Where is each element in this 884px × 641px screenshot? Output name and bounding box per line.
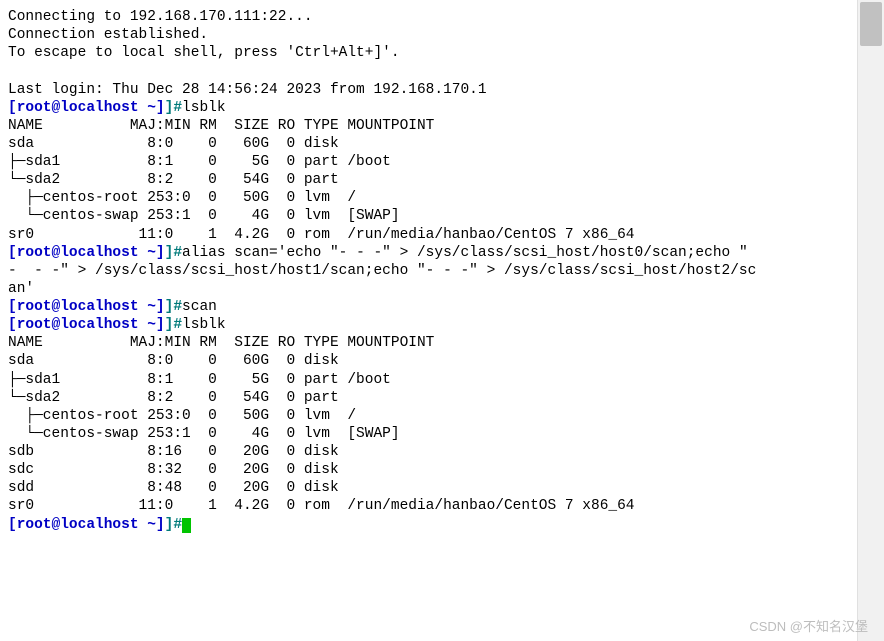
lsblk1-row: sr0 11:0 1 4.2G 0 rom /run/media/hanbao/…	[8, 227, 635, 243]
lsblk1-row: sda 8:0 0 60G 0 disk	[8, 136, 347, 152]
cmd-alias-l1: alias scan='echo "- - -" > /sys/class/sc…	[182, 245, 748, 261]
lsblk2-row: sr0 11:0 1 4.2G 0 rom /run/media/hanbao/…	[8, 498, 635, 514]
scrollbar-track[interactable]: ︿	[857, 0, 884, 641]
scrollbar-thumb[interactable]	[860, 2, 882, 46]
prompt-open: [	[8, 245, 17, 261]
lsblk1-row: ├─sda1 8:1 0 5G 0 part /boot	[8, 154, 391, 170]
prompt-user: root@localhost	[17, 245, 139, 261]
lsblk2-row: ├─sda1 8:1 0 5G 0 part /boot	[8, 372, 391, 388]
lsblk2-row: sdb 8:16 0 20G 0 disk	[8, 444, 347, 460]
prompt-user: root@localhost	[17, 317, 139, 333]
prompt-path: ~]	[139, 100, 165, 116]
cmd-scan: scan	[182, 299, 217, 315]
lsblk2-row: ├─centos-root 253:0 0 50G 0 lvm /	[8, 408, 356, 424]
prompt-open: [	[8, 299, 17, 315]
prompt-path: ~]	[139, 517, 165, 533]
lsblk1-row: └─centos-swap 253:1 0 4G 0 lvm [SWAP]	[8, 208, 400, 224]
prompt-path: ~]	[139, 317, 165, 333]
prompt-close: ]#	[165, 517, 182, 533]
prompt-close: ]#	[165, 100, 182, 116]
lsblk2-row: sdc 8:32 0 20G 0 disk	[8, 462, 347, 478]
lsblk2-row: sda 8:0 0 60G 0 disk	[8, 353, 347, 369]
lsblk2-row: └─centos-swap 253:1 0 4G 0 lvm [SWAP]	[8, 426, 400, 442]
cmd-lsblk-1: lsblk	[182, 100, 226, 116]
lsblk-header-1: NAME MAJ:MIN RM SIZE RO TYPE MOUNTPOINT	[8, 118, 434, 134]
terminal-output[interactable]: Connecting to 192.168.170.111:22... Conn…	[0, 0, 857, 641]
lsblk2-row: sdd 8:48 0 20G 0 disk	[8, 480, 347, 496]
lsblk1-row: └─sda2 8:2 0 54G 0 part	[8, 172, 347, 188]
lsblk2-row: └─sda2 8:2 0 54G 0 part	[8, 390, 347, 406]
prompt-path: ~]	[139, 299, 165, 315]
prompt-open: [	[8, 517, 17, 533]
lsblk-header-2: NAME MAJ:MIN RM SIZE RO TYPE MOUNTPOINT	[8, 335, 434, 351]
prompt-close: ]#	[165, 245, 182, 261]
prompt-user: root@localhost	[17, 299, 139, 315]
last-login: Last login: Thu Dec 28 14:56:24 2023 fro…	[8, 82, 487, 98]
cursor-icon	[182, 518, 191, 533]
prompt-user: root@localhost	[17, 100, 139, 116]
lsblk1-row: ├─centos-root 253:0 0 50G 0 lvm /	[8, 190, 356, 206]
established-line: Connection established.	[8, 27, 208, 43]
prompt-open: [	[8, 317, 17, 333]
prompt-close: ]#	[165, 317, 182, 333]
prompt-close: ]#	[165, 299, 182, 315]
escape-hint: To escape to local shell, press 'Ctrl+Al…	[8, 45, 400, 61]
prompt-path: ~]	[139, 245, 165, 261]
cmd-alias-l2: - - -" > /sys/class/scsi_host/host1/scan…	[8, 263, 756, 279]
cmd-alias-l3: an'	[8, 281, 34, 297]
prompt-open: [	[8, 100, 17, 116]
prompt-user: root@localhost	[17, 517, 139, 533]
cmd-lsblk-2: lsblk	[182, 317, 226, 333]
connect-line: Connecting to 192.168.170.111:22...	[8, 9, 313, 25]
